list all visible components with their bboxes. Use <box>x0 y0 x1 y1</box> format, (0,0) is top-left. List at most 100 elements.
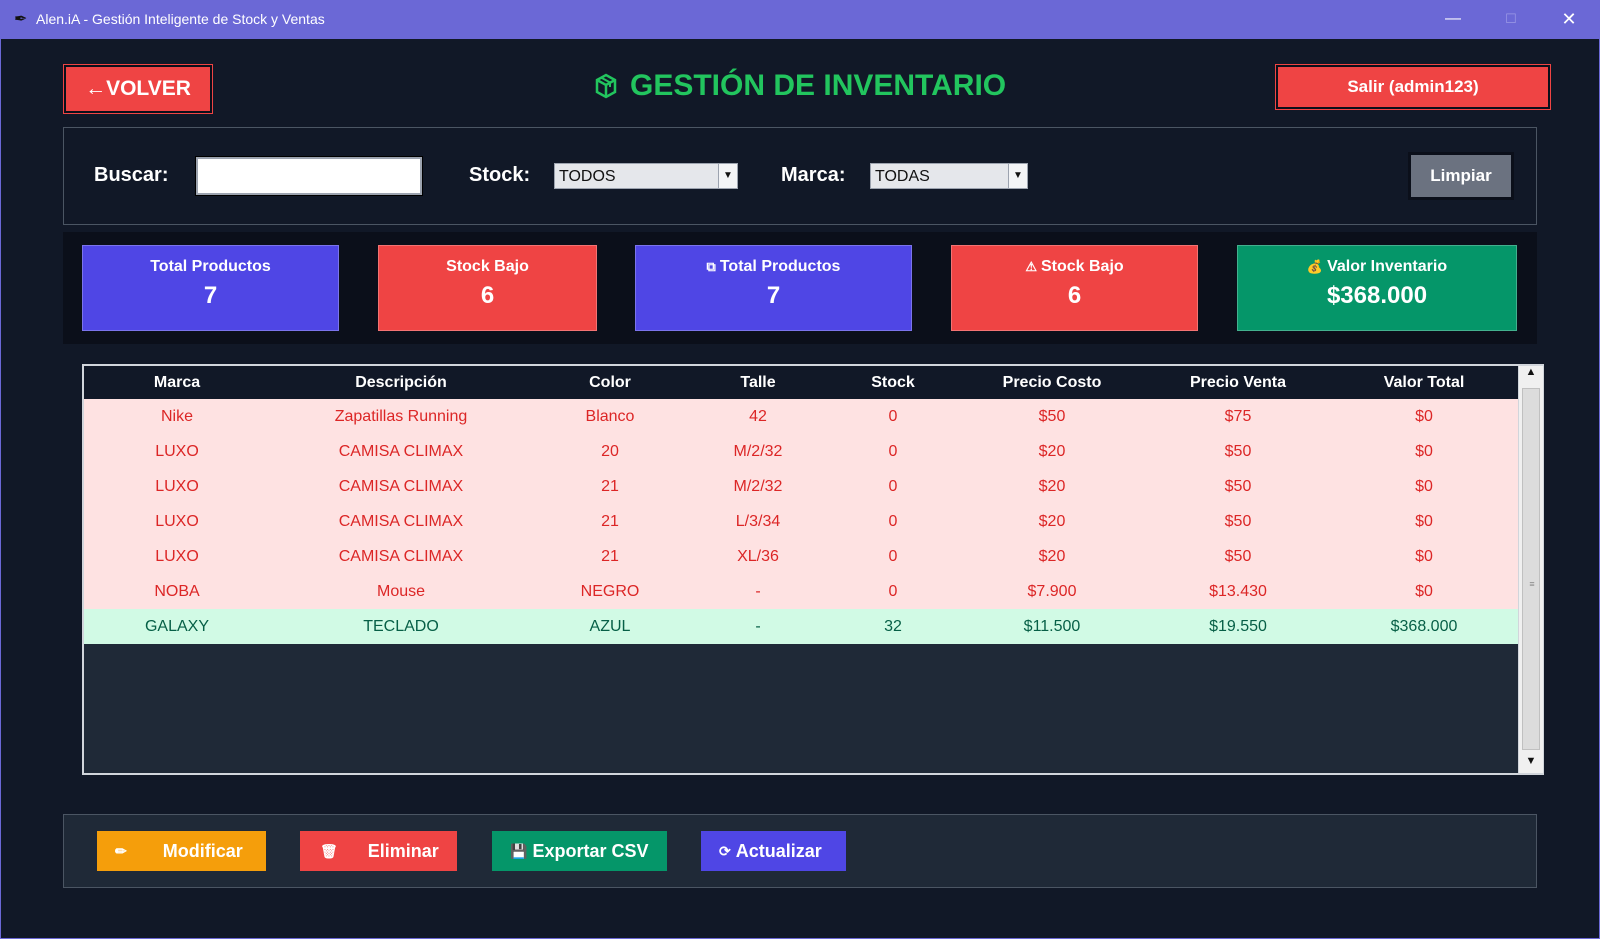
brand-filter-select[interactable]: TODAS ▼ <box>870 163 1028 189</box>
inventory-table[interactable]: Marca Descripción Color Talle Stock Prec… <box>82 364 1544 775</box>
action-panel: ✏ Modificar 🗑 Eliminar 💾 Exportar CSV ⟳ … <box>63 814 1537 888</box>
window-title: Alen.iA - Gestión Inteligente de Stock y… <box>36 11 325 27</box>
cell-brand: NOBA <box>154 583 200 600</box>
cell-description: CAMISA CLIMAX <box>338 513 464 530</box>
cell-size: - <box>755 618 761 635</box>
minimize-button[interactable]: — <box>1438 6 1468 32</box>
table-row[interactable]: LUXO CAMISA CLIMAX 21 L/3/34 0 $20 $50 $… <box>84 504 1518 539</box>
stat-card-low-stock: Stock Bajo 6 <box>378 245 597 331</box>
stat-value: 7 <box>203 282 218 309</box>
stock-filter-select[interactable]: TODOS ▼ <box>554 163 738 189</box>
feather-icon: ✒ <box>14 11 28 28</box>
cell-color: 21 <box>601 513 619 530</box>
back-button[interactable]: ←VOLVER <box>64 65 212 113</box>
table-row[interactable]: GALAXY TECLADO AZUL - 32 $11.500 $19.550… <box>84 609 1518 644</box>
column-header-size[interactable]: Talle <box>688 366 828 399</box>
column-header-sale-price[interactable]: Precio Venta <box>1146 366 1330 399</box>
cell-color: Blanco <box>585 408 635 425</box>
scrollbar-thumb[interactable]: ≡ <box>1522 388 1540 750</box>
cell-description: Zapatillas Running <box>334 408 468 425</box>
stock-label: Stock: <box>469 164 531 186</box>
cell-stock: 0 <box>888 408 898 425</box>
save-icon: 💾 <box>510 842 528 859</box>
cell-description: CAMISA CLIMAX <box>338 443 464 460</box>
cell-stock: 0 <box>888 478 898 495</box>
table-scrollbar[interactable]: ▲ ≡ ▼ <box>1518 366 1543 773</box>
column-header-stock[interactable]: Stock <box>828 366 958 399</box>
cell-color: AZUL <box>589 618 631 635</box>
box-icon: ⧉ <box>706 259 716 274</box>
logout-button[interactable]: Salir (admin123) <box>1276 65 1550 109</box>
column-header-total-value[interactable]: Valor Total <box>1330 366 1518 399</box>
cell-total-value: $0 <box>1415 478 1433 495</box>
cell-total-value: $0 <box>1415 583 1433 600</box>
cell-sale-price: $19.550 <box>1209 618 1267 635</box>
column-header-description[interactable]: Descripción <box>270 366 532 399</box>
maximize-button[interactable]: ☐ <box>1496 6 1526 32</box>
chevron-down-icon[interactable]: ▼ <box>1008 164 1027 188</box>
cell-cost-price: $20 <box>1038 478 1066 495</box>
delete-button[interactable]: 🗑 Eliminar <box>300 831 457 871</box>
stat-label: Stock Bajo <box>1040 258 1124 275</box>
brand-label: Marca: <box>781 164 846 186</box>
cell-cost-price: $7.900 <box>1027 583 1077 600</box>
warning-icon: ⚠ <box>1025 259 1037 274</box>
stat-value: $368.000 <box>1326 282 1428 309</box>
cell-sale-price: $50 <box>1224 478 1252 495</box>
money-bag-icon: 💰 <box>1306 259 1324 274</box>
package-icon <box>595 73 617 99</box>
cell-brand: LUXO <box>155 548 199 565</box>
cell-color: 21 <box>601 548 619 565</box>
cell-cost-price: $20 <box>1038 443 1066 460</box>
column-header-cost-price[interactable]: Precio Costo <box>958 366 1146 399</box>
cell-total-value: $0 <box>1415 408 1433 425</box>
export-csv-button[interactable]: 💾 Exportar CSV <box>492 831 667 871</box>
table-row[interactable]: LUXO CAMISA CLIMAX 21 XL/36 0 $20 $50 $0 <box>84 539 1518 574</box>
modify-button-label: Modificar <box>162 840 243 861</box>
scroll-down-arrow-icon[interactable]: ▼ <box>1519 755 1543 773</box>
stat-card-total-products: ⧉ Total Productos 7 <box>635 245 912 331</box>
cell-sale-price: $50 <box>1224 513 1252 530</box>
window-titlebar: ✒ Alen.iA - Gestión Inteligente de Stock… <box>0 0 1600 39</box>
table-row[interactable]: Nike Zapatillas Running Blanco 42 0 $50 … <box>84 399 1518 434</box>
column-header-color[interactable]: Color <box>532 366 688 399</box>
cell-stock: 0 <box>888 513 898 530</box>
stat-label: Total Productos <box>719 258 841 275</box>
stat-card-inventory-value: 💰 Valor Inventario $368.000 <box>1237 245 1517 331</box>
stat-value: 6 <box>480 282 495 309</box>
stat-card-total-products: Total Productos 7 <box>82 245 339 331</box>
modify-button[interactable]: ✏ Modificar <box>97 831 266 871</box>
cell-cost-price: $20 <box>1038 548 1066 565</box>
table-row[interactable]: NOBA Mouse NEGRO - 0 $7.900 $13.430 $0 <box>84 574 1518 609</box>
table-row[interactable]: LUXO CAMISA CLIMAX 20 M/2/32 0 $20 $50 $… <box>84 434 1518 469</box>
scroll-up-arrow-icon[interactable]: ▲ <box>1519 366 1543 384</box>
stat-value: 6 <box>1067 282 1082 309</box>
cell-brand: LUXO <box>155 513 199 530</box>
cell-stock: 0 <box>888 583 898 600</box>
cell-sale-price: $50 <box>1224 548 1252 565</box>
stat-label: Valor Inventario <box>1327 258 1448 275</box>
cell-stock: 32 <box>884 618 902 635</box>
search-input[interactable] <box>195 156 423 196</box>
cell-total-value: $0 <box>1415 513 1433 530</box>
cell-size: L/3/34 <box>735 513 781 530</box>
refresh-button-label: Actualizar <box>735 840 822 861</box>
clear-filters-button[interactable]: Limpiar <box>1408 152 1514 200</box>
stat-label: Total Productos <box>150 258 271 275</box>
cell-size: 42 <box>749 408 767 425</box>
table-row[interactable]: LUXO CAMISA CLIMAX 21 M/2/32 0 $20 $50 $… <box>84 469 1518 504</box>
stat-label: Stock Bajo <box>446 258 529 275</box>
cell-description: CAMISA CLIMAX <box>338 478 464 495</box>
column-header-brand[interactable]: Marca <box>84 366 270 399</box>
cell-description: Mouse <box>376 583 426 600</box>
cell-stock: 0 <box>888 443 898 460</box>
cell-stock: 0 <box>888 548 898 565</box>
trash-icon: 🗑 <box>320 842 338 859</box>
cell-description: CAMISA CLIMAX <box>338 548 464 565</box>
cell-sale-price: $50 <box>1224 443 1252 460</box>
chevron-down-icon[interactable]: ▼ <box>718 164 737 188</box>
stat-card-low-stock: ⚠ Stock Bajo 6 <box>951 245 1198 331</box>
close-button[interactable]: ✕ <box>1554 6 1584 32</box>
refresh-button[interactable]: ⟳ Actualizar <box>701 831 846 871</box>
stats-bar: Total Productos 7 Stock Bajo 6 ⧉ Total Pr… <box>63 232 1537 344</box>
